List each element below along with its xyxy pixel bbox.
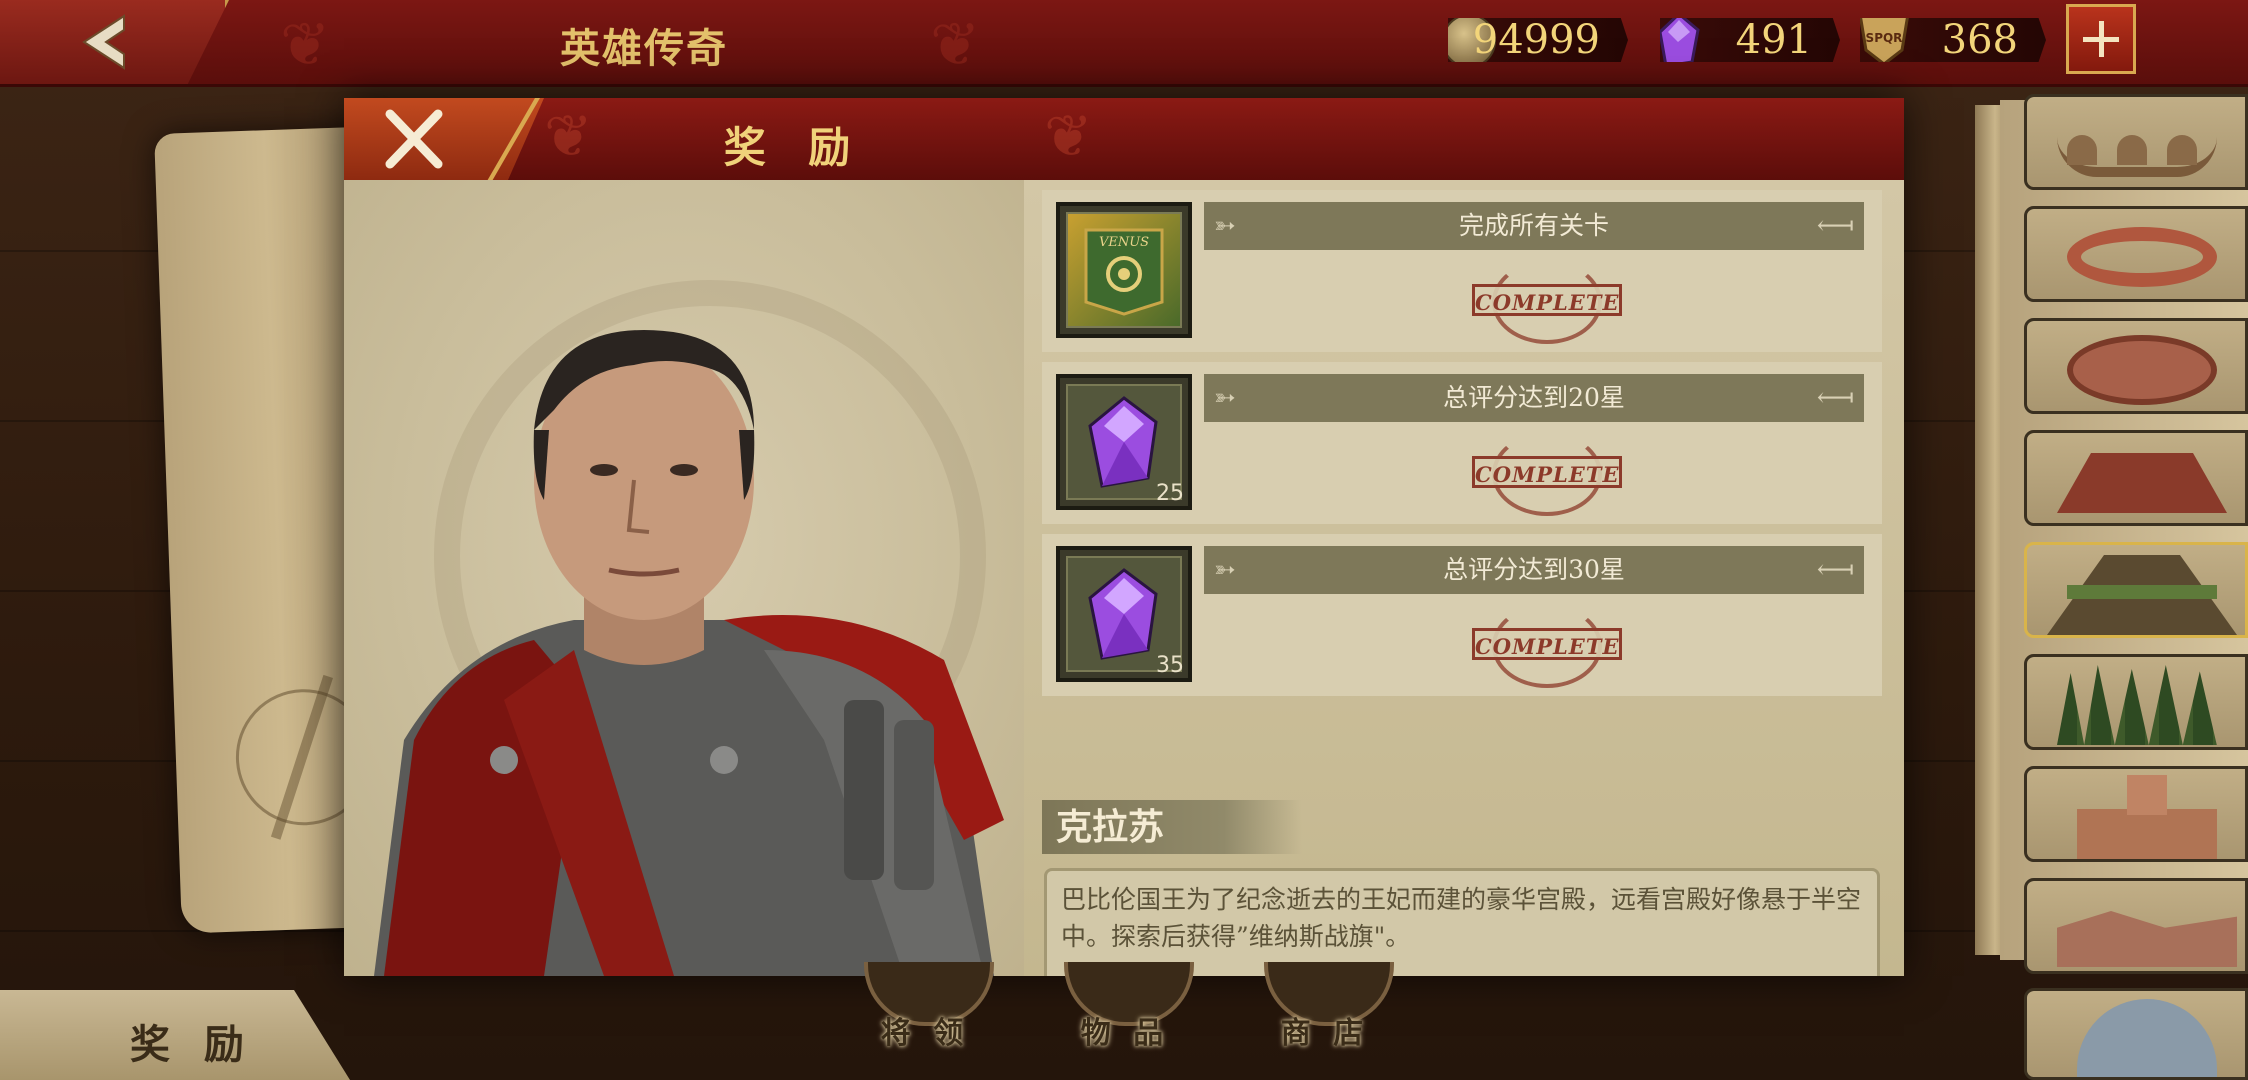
building-colosseum[interactable]	[2024, 318, 2248, 414]
venus-banner-text: VENUS	[1099, 235, 1149, 250]
reward-row: 25 ➳ 总评分达到20星 ⟻ COMPLETE	[1042, 362, 1882, 524]
hero-name: 克拉苏	[1042, 800, 1302, 854]
complete-stamp: COMPLETE	[1472, 432, 1632, 516]
complete-label: COMPLETE	[1472, 456, 1622, 488]
token-counter: SPQR 368	[1860, 18, 2046, 62]
building-ziggurat[interactable]	[2024, 430, 2248, 526]
reward-quantity: 35	[1156, 653, 1184, 678]
dialog-header: ❦ ❦ 奖 励	[344, 98, 1904, 180]
reward-row: 35 ➳ 总评分达到30星 ⟻ COMPLETE	[1042, 534, 1882, 696]
hero-description: 巴比伦国王为了纪念逝去的王妃而建的豪华宫殿，远看宫殿好像悬于半空中。探索后获得”…	[1061, 885, 1862, 951]
reward-condition-bar: ➳ 总评分达到20星 ⟻	[1204, 374, 1864, 422]
purple-gem-icon	[1660, 18, 1700, 62]
reward-condition: 总评分达到20星	[1443, 383, 1625, 412]
arrow-right-icon: ➳	[1214, 383, 1236, 413]
arrow-left-icon: ⟻	[1816, 211, 1854, 241]
reward-row: VENUS ➳ 完成所有关卡 ⟻ COMPLETE	[1042, 190, 1882, 352]
complete-stamp: COMPLETE	[1472, 604, 1632, 688]
building-circus[interactable]	[2024, 206, 2248, 302]
arrow-right-icon: ➳	[1214, 211, 1236, 241]
nav-shop[interactable]: 商 店	[1260, 962, 1394, 1080]
gem-value: 491	[1735, 17, 1812, 63]
dialog-title: 奖 励	[723, 123, 865, 172]
nav-items[interactable]: 物 品	[1060, 962, 1194, 1080]
coin-value: 94999	[1472, 17, 1600, 63]
reward-condition: 完成所有关卡	[1458, 211, 1609, 240]
building-pantheon[interactable]	[2024, 988, 2248, 1080]
hero-description-box: 巴比伦国王为了纪念逝去的王妃而建的豪华宫殿，远看宫殿好像悬于半空中。探索后获得”…	[1044, 868, 1880, 976]
coin-counter: 94999	[1448, 18, 1628, 62]
laurel-left-icon: ❦	[280, 10, 331, 80]
arrow-right-icon: ➳	[1214, 555, 1236, 585]
page-title: 英雄传奇	[560, 25, 728, 72]
rewards-tab-label: 奖 励	[130, 1021, 254, 1068]
spqr-token-icon: SPQR	[1860, 18, 1910, 62]
venus-banner-icon: VENUS	[1084, 228, 1164, 316]
building-temple-town[interactable]	[2024, 878, 2248, 974]
reward-quantity: 25	[1156, 481, 1184, 506]
hero-portrait	[374, 330, 1004, 976]
hero-portrait-area	[344, 180, 1024, 976]
reward-condition-bar: ➳ 总评分达到30星 ⟻	[1204, 546, 1864, 594]
nav-shop-label: 商 店	[1280, 1016, 1370, 1051]
rewards-dialog: ❦ ❦ 奖 励 VENUS ➳ 完成所有关卡 ⟻ COMPLETE 25 ➳ 总…	[344, 98, 1904, 976]
nav-generals-label: 将 领	[880, 1016, 970, 1051]
building-hanging-gardens[interactable]	[2024, 542, 2248, 638]
close-icon	[385, 109, 443, 169]
complete-stamp: COMPLETE	[1472, 260, 1632, 344]
reward-icon-frame[interactable]: VENUS	[1056, 202, 1192, 338]
complete-label: COMPLETE	[1472, 628, 1622, 660]
dialog-body: VENUS ➳ 完成所有关卡 ⟻ COMPLETE 25 ➳ 总评分达到20星 …	[344, 180, 1904, 976]
complete-label: COMPLETE	[1472, 284, 1622, 316]
reward-icon-frame[interactable]: 25	[1056, 374, 1192, 510]
gem-counter: 491	[1660, 18, 1840, 62]
rewards-tab[interactable]: 奖 励	[0, 990, 350, 1080]
token-value: 368	[1941, 17, 2018, 63]
building-lighthouse[interactable]	[2024, 766, 2248, 862]
reward-condition-bar: ➳ 完成所有关卡 ⟻	[1204, 202, 1864, 250]
chevron-left-icon	[82, 14, 125, 70]
arrow-left-icon: ⟻	[1816, 383, 1854, 413]
laurel-right-icon: ❦	[930, 10, 981, 80]
add-resources-button[interactable]	[2066, 4, 2136, 74]
reward-icon-frame[interactable]: 35	[1056, 546, 1192, 682]
nav-generals[interactable]: 将 领	[860, 962, 994, 1080]
spqr-token-text: SPQR	[1866, 31, 1903, 45]
nav-items-label: 物 品	[1080, 1016, 1170, 1051]
reward-condition: 总评分达到30星	[1443, 555, 1625, 584]
building-forest[interactable]	[2024, 654, 2248, 750]
building-aqueduct[interactable]	[2024, 94, 2248, 190]
arrow-left-icon: ⟻	[1816, 555, 1854, 585]
